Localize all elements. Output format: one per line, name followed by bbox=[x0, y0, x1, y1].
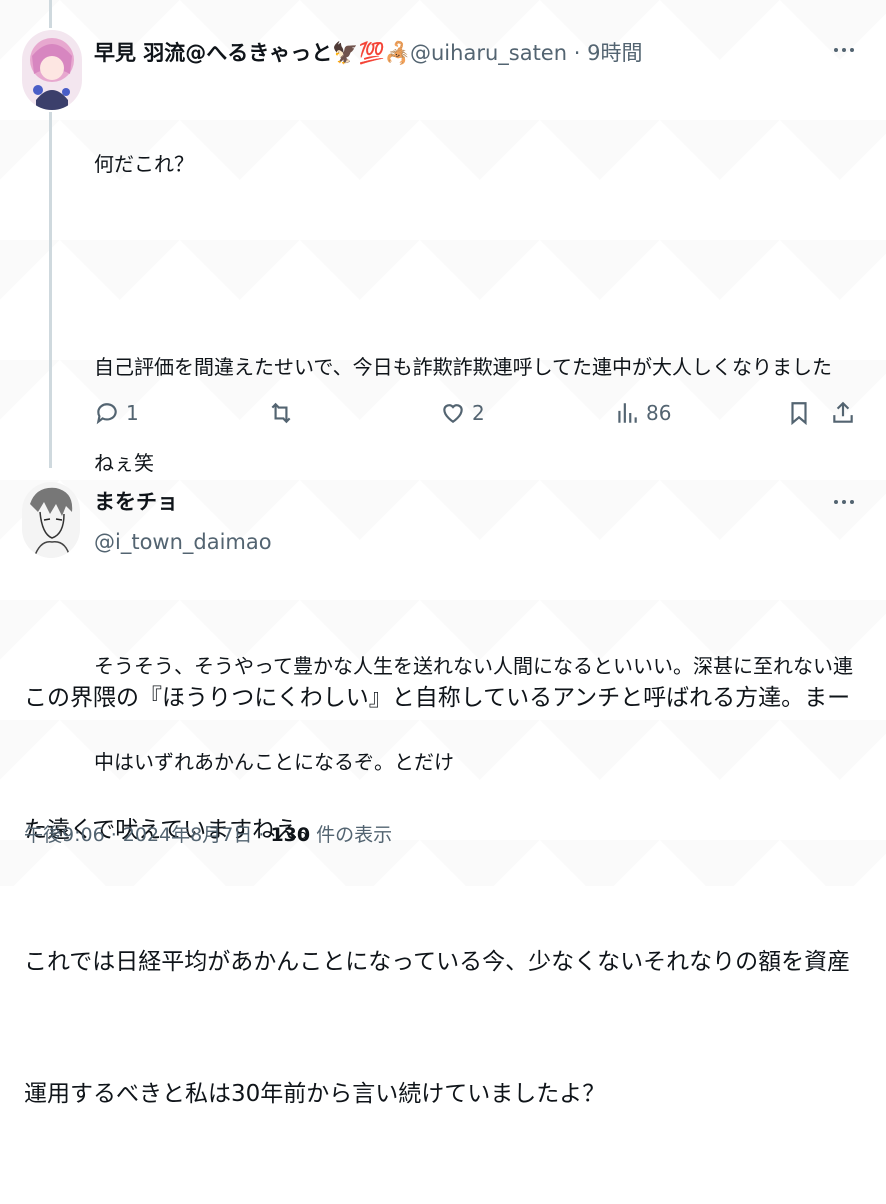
like-button[interactable]: 2 bbox=[440, 400, 485, 426]
bookmark-button[interactable] bbox=[786, 400, 812, 426]
repost-button[interactable] bbox=[268, 400, 300, 426]
post-meta: 午後9:06 · 2024年8月7日 · 130 件の表示 bbox=[24, 820, 392, 847]
like-count: 2 bbox=[472, 401, 485, 425]
text-line: この界隈の『ほうりつにくわしい』と自称しているアンチと呼ばれる方達。まー bbox=[24, 685, 851, 711]
handle-and-time: @uiharu_saten · 9時間 bbox=[410, 37, 642, 67]
post-timestamp[interactable]: 午後9:06 · 2024年8月7日 · bbox=[24, 824, 270, 846]
more-icon[interactable] bbox=[830, 40, 858, 60]
handle[interactable]: @i_town_daimao bbox=[94, 530, 272, 554]
share-button[interactable] bbox=[830, 400, 856, 426]
thread-line bbox=[49, 112, 52, 468]
text-line bbox=[94, 244, 853, 275]
views-count: 86 bbox=[646, 401, 672, 425]
avatar[interactable] bbox=[22, 482, 80, 558]
thread-line-top bbox=[49, 0, 52, 28]
share-icon bbox=[833, 401, 853, 423]
reply-count: 1 bbox=[126, 401, 139, 425]
separator: · bbox=[573, 41, 581, 65]
display-name[interactable]: まをチョ bbox=[94, 486, 178, 516]
more-icon[interactable] bbox=[830, 492, 858, 512]
text-line: これでは日経平均があかんことになっている今、少なくないそれなりの額を資産 bbox=[24, 949, 851, 975]
display-name[interactable]: 早見 羽流@へるきゃっと🦅💯🦂 bbox=[94, 37, 411, 67]
name-emojis: 🦅💯🦂 bbox=[332, 41, 411, 65]
text-line: 自己評価を間違えたせいで、今日も詐欺詐欺連呼してた連中が大人しくなりました bbox=[94, 355, 832, 379]
timestamp[interactable]: 9時間 bbox=[587, 41, 642, 65]
avatar[interactable] bbox=[22, 30, 82, 110]
repost-icon bbox=[271, 402, 291, 424]
views-label: 件の表示 bbox=[310, 824, 393, 846]
text-line: 何だこれ？ bbox=[94, 152, 194, 176]
bookmark-icon bbox=[791, 402, 807, 426]
views-icon bbox=[618, 403, 637, 423]
views-count: 130 bbox=[270, 824, 311, 846]
like-icon bbox=[443, 404, 463, 423]
views-button[interactable]: 86 bbox=[614, 400, 671, 426]
post-text: この界隈の『ほうりつにくわしい』と自称しているアンチと呼ばれる方達。まー た遠く… bbox=[24, 588, 850, 1204]
text-line: 運用するべきと私は30年前から言い続けていましたよ？ bbox=[24, 1081, 606, 1107]
text-line: ねぇ笑 bbox=[94, 451, 154, 475]
handle[interactable]: @uiharu_saten bbox=[410, 41, 567, 65]
reply-icon bbox=[96, 403, 117, 425]
reply-button[interactable]: 1 bbox=[94, 400, 139, 426]
